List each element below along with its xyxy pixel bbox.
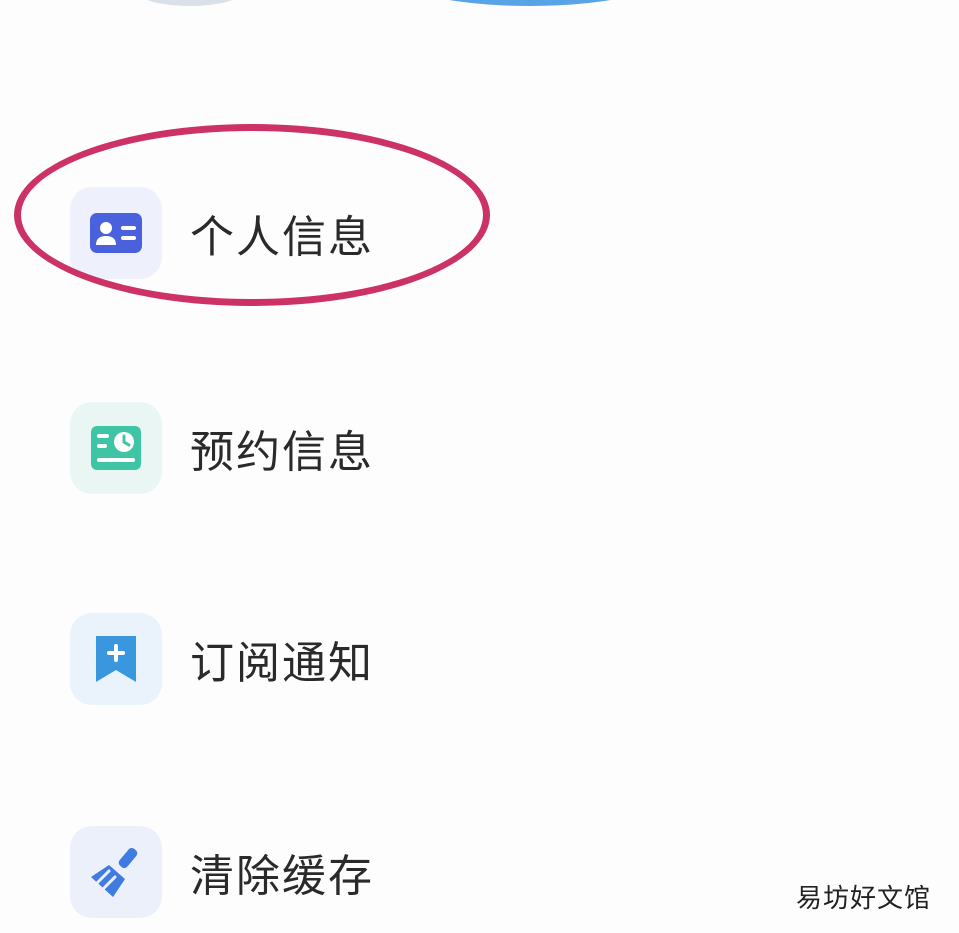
id-card-icon — [70, 187, 162, 279]
menu-item-label: 订阅通知 — [190, 638, 374, 689]
menu-item-personal-info[interactable]: 个人信息 — [70, 187, 590, 279]
menu-item-label: 个人信息 — [190, 212, 374, 263]
menu-item-label: 预约信息 — [190, 427, 374, 478]
menu-item-appointment-info[interactable]: 预约信息 — [70, 402, 590, 494]
bookmark-plus-icon — [70, 613, 162, 705]
menu-item-subscription-notice[interactable]: 订阅通知 — [70, 613, 590, 705]
schedule-board-icon — [70, 402, 162, 494]
broom-icon — [70, 826, 162, 918]
watermark-text: 易坊好文馆 — [795, 884, 931, 914]
settings-menu-screen: 个人信息 预约信息 订阅通知 清除缓存 易坊好文馆 — [0, 0, 959, 933]
menu-item-label: 清除缓存 — [190, 851, 374, 902]
menu-item-clear-cache[interactable]: 清除缓存 — [70, 826, 590, 918]
settings-menu-list: 个人信息 预约信息 订阅通知 清除缓存 — [0, 0, 959, 933]
